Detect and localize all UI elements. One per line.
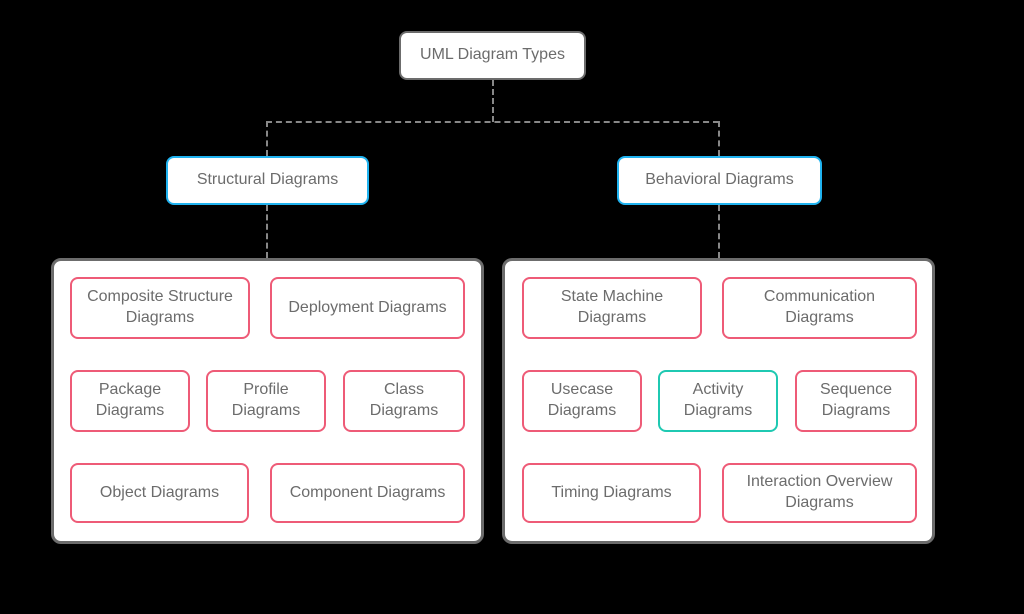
structural-label: Structural Diagrams xyxy=(197,170,338,191)
component-label: Component Diagrams xyxy=(290,483,446,504)
connector-behavioral-down xyxy=(718,205,720,258)
usecase-label: Usecase Diagrams xyxy=(536,380,628,422)
composite-label: Composite Structure Diagrams xyxy=(84,287,236,329)
class-diagrams-node: Class Diagrams xyxy=(343,370,465,432)
root-node: UML Diagram Types xyxy=(399,31,586,80)
behavioral-label: Behavioral Diagrams xyxy=(645,170,794,191)
component-diagrams-node: Component Diagrams xyxy=(270,463,465,523)
deployment-diagrams-node: Deployment Diagrams xyxy=(270,277,465,339)
root-label: UML Diagram Types xyxy=(420,45,565,66)
composite-structure-diagrams-node: Composite Structure Diagrams xyxy=(70,277,250,339)
profile-label: Profile Diagrams xyxy=(220,380,312,422)
class-label: Class Diagrams xyxy=(357,380,451,422)
timing-diagrams-node: Timing Diagrams xyxy=(522,463,701,523)
profile-diagrams-node: Profile Diagrams xyxy=(206,370,326,432)
usecase-diagrams-node: Usecase Diagrams xyxy=(522,370,642,432)
behavioral-category-node: Behavioral Diagrams xyxy=(617,156,822,205)
connector-right-down xyxy=(718,121,720,156)
package-label: Package Diagrams xyxy=(84,380,176,422)
connector-horizontal xyxy=(266,121,719,123)
sequence-label: Sequence Diagrams xyxy=(809,380,903,422)
package-diagrams-node: Package Diagrams xyxy=(70,370,190,432)
communication-diagrams-node: Communication Diagrams xyxy=(722,277,917,339)
interactionoverview-label: Interaction Overview Diagrams xyxy=(736,472,903,514)
statemachine-label: State Machine Diagrams xyxy=(536,287,688,329)
object-diagrams-node: Object Diagrams xyxy=(70,463,249,523)
object-label: Object Diagrams xyxy=(100,483,219,504)
deployment-label: Deployment Diagrams xyxy=(288,298,446,319)
connector-left-down xyxy=(266,121,268,156)
interaction-overview-diagrams-node: Interaction Overview Diagrams xyxy=(722,463,917,523)
activity-diagrams-node: Activity Diagrams xyxy=(658,370,778,432)
activity-label: Activity Diagrams xyxy=(672,380,764,422)
structural-category-node: Structural Diagrams xyxy=(166,156,369,205)
communication-label: Communication Diagrams xyxy=(736,287,903,329)
state-machine-diagrams-node: State Machine Diagrams xyxy=(522,277,702,339)
timing-label: Timing Diagrams xyxy=(551,483,671,504)
sequence-diagrams-node: Sequence Diagrams xyxy=(795,370,917,432)
connector-structural-down xyxy=(266,205,268,258)
connector-root-down xyxy=(492,80,494,122)
